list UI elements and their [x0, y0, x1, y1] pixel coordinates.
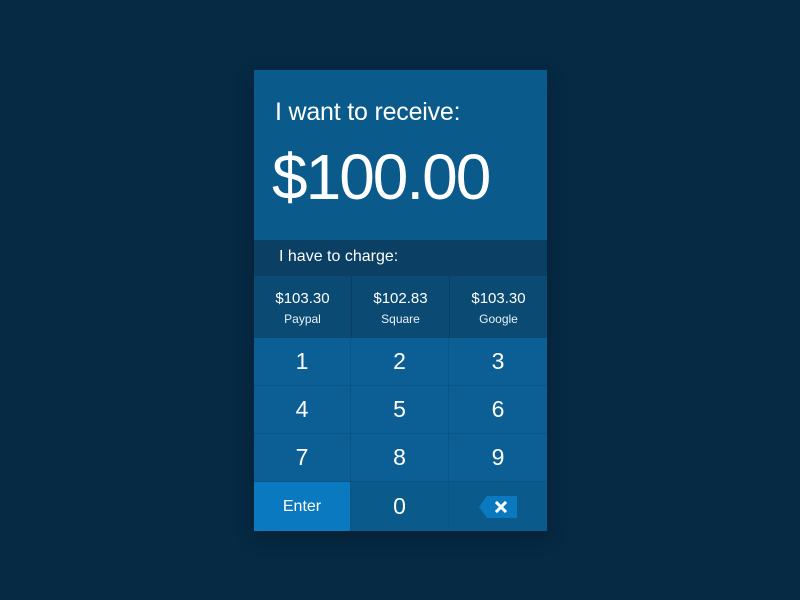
- provider-amount: $103.30: [471, 290, 526, 307]
- backspace-button[interactable]: [449, 482, 547, 531]
- provider-name: Paypal: [284, 312, 321, 326]
- key-1-button[interactable]: 1: [254, 338, 351, 386]
- enter-button[interactable]: Enter: [254, 482, 351, 531]
- provider-charge-list: $103.30 Paypal $102.83 Square $103.30 Go…: [254, 276, 547, 338]
- charge-header: I have to charge:: [254, 240, 547, 276]
- provider-amount: $103.30: [275, 290, 330, 307]
- key-6-button[interactable]: 6: [449, 386, 547, 434]
- key-5-button[interactable]: 5: [351, 386, 449, 434]
- receive-section: I want to receive: $100.00: [254, 70, 547, 240]
- provider-paypal: $103.30 Paypal: [254, 276, 352, 338]
- key-2-button[interactable]: 2: [351, 338, 449, 386]
- backspace-icon: [479, 495, 517, 518]
- receive-label: I want to receive:: [275, 98, 461, 126]
- key-7-button[interactable]: 7: [254, 434, 351, 482]
- provider-amount: $102.83: [373, 290, 428, 307]
- provider-square: $102.83 Square: [352, 276, 450, 338]
- receive-amount-display: $100.00: [272, 141, 491, 213]
- provider-name: Square: [381, 312, 420, 326]
- key-4-button[interactable]: 4: [254, 386, 351, 434]
- charge-label: I have to charge:: [279, 248, 399, 265]
- key-0-button[interactable]: 0: [351, 482, 449, 531]
- provider-google: $103.30 Google: [450, 276, 547, 338]
- payment-calculator-card: I want to receive: $100.00 I have to cha…: [254, 70, 547, 531]
- key-8-button[interactable]: 8: [351, 434, 449, 482]
- numeric-keypad: 1 2 3 4 5 6 7 8 9 Enter 0: [254, 338, 547, 531]
- key-9-button[interactable]: 9: [449, 434, 547, 482]
- key-3-button[interactable]: 3: [449, 338, 547, 386]
- provider-name: Google: [479, 312, 518, 326]
